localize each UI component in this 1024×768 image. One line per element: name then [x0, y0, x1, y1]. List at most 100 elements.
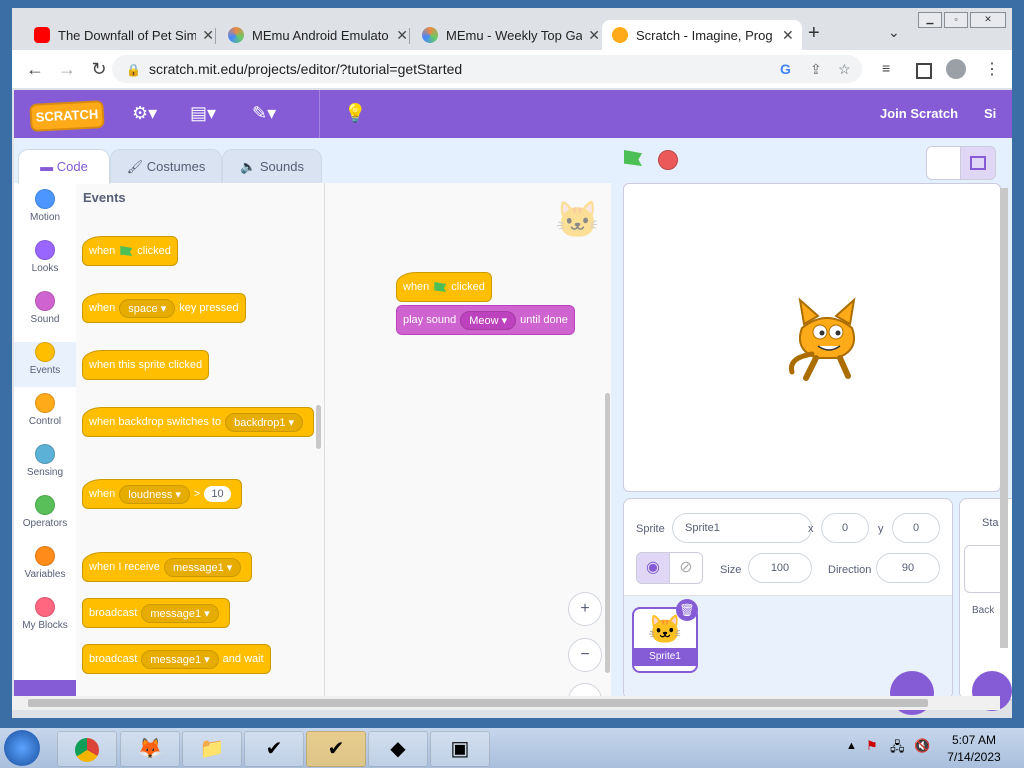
- network-icon[interactable]: 🖧: [890, 738, 905, 760]
- script-when-flag-clicked[interactable]: when clicked: [396, 272, 492, 302]
- tab-sounds[interactable]: 🔈 Sounds: [222, 149, 322, 184]
- show-sprite-eye-icon[interactable]: ◉: [636, 552, 670, 584]
- script-play-sound-until-done[interactable]: play sound Meow ▾ until done: [396, 305, 575, 335]
- backdrop-dropdown[interactable]: backdrop1 ▾: [225, 412, 304, 432]
- app-taskbar-icon[interactable]: ✔: [244, 731, 304, 767]
- message-dropdown[interactable]: message1 ▾: [141, 649, 219, 669]
- zoom-in-button[interactable]: +: [568, 592, 602, 626]
- action-center-flag-icon[interactable]: ⚑: [866, 738, 878, 754]
- chrome-taskbar-icon[interactable]: [57, 731, 117, 767]
- tutorials-lightbulb-icon[interactable]: 💡: [344, 103, 366, 124]
- direction-input[interactable]: 90: [876, 553, 940, 583]
- join-scratch-link[interactable]: Join Scratch: [880, 106, 958, 121]
- stop-sign-icon[interactable]: [658, 150, 678, 170]
- category-events[interactable]: Events: [14, 342, 76, 387]
- close-tab-icon[interactable]: ✕: [396, 27, 408, 44]
- block-broadcast-and-wait[interactable]: broadcast message1 ▾ and wait: [82, 644, 271, 674]
- volume-icon[interactable]: 🔇: [914, 738, 930, 754]
- bookmark-star-icon[interactable]: ☆: [838, 55, 851, 83]
- small-stage-button[interactable]: [926, 146, 962, 180]
- app-taskbar-icon[interactable]: ▣: [430, 731, 490, 767]
- close-tab-icon[interactable]: ✕: [202, 27, 214, 44]
- app-taskbar-icon[interactable]: ✔: [306, 731, 366, 767]
- hide-sprite-eye-icon[interactable]: ⊘: [669, 552, 703, 584]
- clock-date[interactable]: 7/14/2023: [944, 750, 1004, 764]
- tab-costumes[interactable]: 🖌 Costumes: [110, 149, 222, 184]
- page-horizontal-scrollbar[interactable]: [12, 696, 1000, 710]
- key-dropdown[interactable]: space ▾: [119, 298, 176, 318]
- sound-dropdown[interactable]: Meow ▾: [460, 310, 517, 330]
- forward-arrow-icon[interactable]: →: [56, 58, 78, 80]
- side-panel-icon[interactable]: [916, 63, 932, 79]
- category-sound[interactable]: Sound: [14, 291, 76, 336]
- x-input[interactable]: 0: [821, 513, 869, 543]
- tab-code[interactable]: ▬ Code: [18, 149, 110, 184]
- file-menu-icon[interactable]: ▤▾: [190, 103, 216, 124]
- category-motion[interactable]: Motion: [14, 189, 76, 234]
- scripts-scrollbar[interactable]: [605, 393, 610, 673]
- new-tab-button[interactable]: +: [808, 22, 820, 45]
- block-when-loudness[interactable]: when loudness ▾ >10: [82, 479, 242, 509]
- show-hidden-icons-chevron-icon[interactable]: ▲: [846, 740, 857, 752]
- y-label: y: [878, 523, 884, 535]
- loudness-value-input[interactable]: 10: [204, 486, 231, 502]
- green-flag-icon[interactable]: [624, 150, 642, 168]
- category-looks[interactable]: Looks: [14, 240, 76, 285]
- share-icon[interactable]: ⇪: [810, 55, 822, 83]
- scratch-menubar: SCRATCH ⚙▾ ▤▾ ✎▾ 💡 Join Scratch Si: [14, 90, 1012, 138]
- media-control-icon[interactable]: ≡: [882, 60, 890, 76]
- scratch-logo[interactable]: SCRATCH: [29, 100, 105, 132]
- minimize-button[interactable]: ▁: [918, 12, 942, 28]
- category-sensing[interactable]: Sensing: [14, 444, 76, 489]
- stage[interactable]: [623, 183, 1001, 492]
- maximize-button[interactable]: ▫: [944, 12, 968, 28]
- category-operators[interactable]: Operators: [14, 495, 76, 540]
- close-tab-icon[interactable]: ✕: [782, 27, 794, 44]
- browser-tab-active[interactable]: Scratch - Imagine, Prog ✕: [602, 20, 802, 50]
- edit-pencil-icon[interactable]: ✎▾: [252, 103, 276, 124]
- close-tab-icon[interactable]: ✕: [588, 27, 600, 44]
- profile-avatar-icon[interactable]: [946, 59, 966, 79]
- sprite-info-pane: Sprite Sprite1 x 0 y 0 ◉ ⊘ Size 100 Dire…: [623, 498, 953, 715]
- loudness-dropdown[interactable]: loudness ▾: [119, 484, 190, 504]
- y-input[interactable]: 0: [892, 513, 940, 543]
- palette-scrollbar[interactable]: [316, 405, 321, 449]
- block-when-sprite-clicked[interactable]: when this sprite clicked: [82, 350, 210, 380]
- close-window-button[interactable]: ✕: [970, 12, 1006, 28]
- address-bar[interactable]: 🔒 scratch.mit.edu/projects/editor/?tutori…: [112, 55, 862, 83]
- reload-icon[interactable]: ↻: [88, 58, 110, 80]
- message-dropdown[interactable]: message1 ▾: [141, 603, 219, 623]
- tab-search-chevron-icon[interactable]: ⌄: [888, 24, 900, 41]
- category-control[interactable]: Control: [14, 393, 76, 438]
- category-my-blocks[interactable]: My Blocks: [14, 597, 76, 642]
- browser-tab[interactable]: MEmu Android Emulato ✕: [218, 20, 408, 50]
- message-dropdown[interactable]: message1 ▾: [163, 557, 242, 577]
- menu-kebab-icon[interactable]: ⋮: [984, 59, 1000, 79]
- normal-stage-button[interactable]: [960, 146, 996, 180]
- browser-tab[interactable]: The Downfall of Pet Sim ✕: [24, 20, 214, 50]
- start-button[interactable]: [4, 730, 40, 766]
- block-when-flag-clicked[interactable]: when clicked: [82, 236, 178, 266]
- sprite-name-input[interactable]: Sprite1: [672, 513, 812, 543]
- browser-tab[interactable]: MEmu - Weekly Top Gan ✕: [412, 20, 600, 50]
- clock-time[interactable]: 5:07 AM: [944, 733, 1004, 747]
- back-arrow-icon[interactable]: ←: [24, 58, 46, 80]
- scratch-editor: ▬ Code 🖌 Costumes 🔈 Sounds Motion Looks …: [14, 138, 1012, 715]
- page-vertical-scrollbar[interactable]: [1000, 188, 1008, 648]
- google-translate-icon[interactable]: G: [780, 55, 791, 83]
- firefox-taskbar-icon[interactable]: 🦊: [120, 731, 180, 767]
- block-broadcast[interactable]: broadcast message1 ▾: [82, 598, 230, 628]
- block-when-i-receive[interactable]: when I receive message1 ▾: [82, 552, 253, 582]
- block-when-key-pressed[interactable]: when space ▾ key pressed: [82, 293, 246, 323]
- zoom-out-button[interactable]: −: [568, 638, 602, 672]
- memu-taskbar-icon[interactable]: ◆: [368, 731, 428, 767]
- size-input[interactable]: 100: [748, 553, 812, 583]
- sign-in-link[interactable]: Si: [984, 106, 996, 121]
- block-when-backdrop-switches[interactable]: when backdrop switches to backdrop1 ▾: [82, 407, 315, 437]
- block-palette: Events when clicked when space ▾ key presse…: [76, 183, 325, 698]
- category-variables[interactable]: Variables: [14, 546, 76, 591]
- settings-gear-icon[interactable]: ⚙▾: [132, 103, 157, 124]
- cat-sprite[interactable]: [782, 288, 872, 384]
- explorer-folder-icon[interactable]: 📁: [182, 731, 242, 767]
- delete-sprite-trash-icon[interactable]: 🗑: [676, 599, 698, 621]
